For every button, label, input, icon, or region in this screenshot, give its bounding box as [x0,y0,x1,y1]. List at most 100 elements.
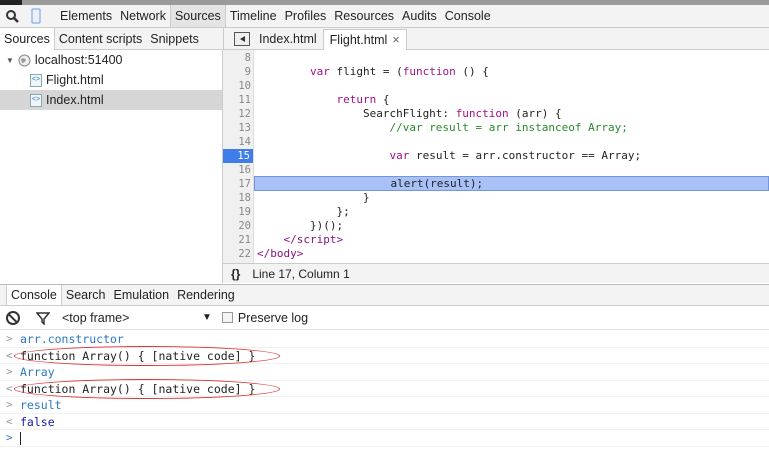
code-line: 13 //var result = arr instanceof Array; [223,121,769,135]
code-token: var [309,65,330,78]
html-file-icon: <> [30,93,42,107]
input-prompt-icon: > [6,398,13,411]
globe-icon [18,54,31,66]
line-number[interactable]: 17 [223,177,251,191]
tab-profiles[interactable]: Profiles [281,5,331,27]
code-line: 11 return { [223,93,769,107]
code-token: function [402,65,456,78]
tab-sources[interactable]: Sources [169,5,226,27]
console-input-entry: > Array [0,364,769,381]
line-number[interactable]: 14 [223,135,251,149]
console-prompt-input[interactable]: > [0,430,769,447]
code-text: var flight = (function () { [257,65,489,79]
line-number[interactable]: 8 [223,51,251,65]
code-text: })(); [257,219,343,233]
code-text: } [257,191,370,205]
clear-console-icon[interactable] [6,310,20,325]
line-number[interactable]: 20 [223,219,251,233]
console-output: > arr.constructor < function Array() { [nat… [0,331,769,447]
drawer-tabs: Console Search Emulation Rendering [0,284,769,306]
pretty-print-button[interactable]: {} [231,267,240,281]
input-prompt-icon: > [6,332,13,345]
drawer-tab-search[interactable]: Search [62,285,110,305]
code-text: //var result = arr instanceof Array; [257,121,628,135]
console-text: false [20,414,55,429]
code-line: 17 alert(result); [223,176,769,191]
console-text: result [20,398,62,412]
code-line: 18 } [223,191,769,205]
expand-triangle-icon[interactable]: ▼ [6,56,14,65]
code-editor[interactable]: 89 var flight = (function () {10 11 retur… [223,50,769,263]
tree-file-index[interactable]: <> Index.html [0,90,222,110]
navigator-tabs: Sources Content scripts Snippets [0,28,223,50]
code-text: </script> [257,233,344,247]
input-prompt-icon: > [6,365,13,378]
annotation-circle [14,378,280,399]
code-token: })(); [257,219,344,232]
code-token: return [336,93,377,106]
main-tabs: Elements Network Sources Timeline Profiles Re… [56,5,495,27]
tab-resources[interactable]: Resources [330,5,398,27]
line-number[interactable]: 10 [223,79,251,93]
tab-timeline[interactable]: Timeline [226,5,281,27]
code-token: alert(result); [258,177,484,190]
code-line: 16 [223,163,769,177]
console-input-entry: > arr.constructor [0,331,769,348]
navigator-tab-snippets[interactable]: Snippets [146,28,203,50]
editor-tabs: Index.html Flight.html × [223,28,407,50]
code-token: result = arr.constructor == Array; [409,149,642,162]
breakpoint-marker[interactable]: 15 [223,149,253,163]
code-line: 9 var flight = (function () { [223,65,769,79]
navigator-tab-content-scripts[interactable]: Content scripts [55,28,146,50]
frame-select[interactable]: <top frame> [62,311,202,325]
line-number[interactable]: 18 [223,191,251,205]
line-number[interactable]: 12 [223,107,251,121]
navigator-tab-sources[interactable]: Sources [0,28,55,50]
code-text: alert(result); [254,176,769,191]
drawer-tab-rendering[interactable]: Rendering [173,285,239,305]
code-line: 10 [223,79,769,93]
annotation-circle [14,345,280,366]
file-label: Flight.html [46,73,104,87]
search-icon[interactable] [0,5,24,27]
tree-file-flight[interactable]: <> Flight.html [0,70,222,90]
result-arrow-icon: < [6,348,13,362]
device-mode-icon[interactable] [24,5,48,27]
tab-console[interactable]: Console [441,5,495,27]
line-number[interactable]: 22 [223,247,251,261]
text-caret [20,432,21,445]
tab-elements[interactable]: Elements [56,5,116,27]
code-token: </script> [283,233,344,246]
line-number[interactable]: 16 [223,163,251,177]
code-line: 12 SearchFlight: function (arr) { [223,107,769,121]
editor-tab-flight[interactable]: Flight.html × [322,29,407,51]
code-line: 15 var result = arr.constructor == Array… [223,149,769,163]
code-line: 8 [223,51,769,65]
preserve-log-checkbox[interactable] [221,312,233,323]
drawer-tab-console[interactable]: Console [6,285,62,305]
line-number[interactable]: 21 [223,233,251,247]
console-result-entry: < function Array() { [native code] } [0,378,769,399]
drawer-tab-emulation[interactable]: Emulation [109,285,173,305]
toggle-navigator-icon[interactable] [234,32,250,46]
line-number[interactable]: 9 [223,65,251,79]
code-text: SearchFlight: function (arr) { [257,107,562,121]
code-line: 14 [223,135,769,149]
tab-network[interactable]: Network [116,5,170,27]
code-token: } [257,191,370,204]
cursor-position: Line 17, Column 1 [252,266,350,281]
code-token: SearchFlight: [257,107,456,120]
chevron-down-icon[interactable]: ▼ [202,312,212,323]
editor-tab-index[interactable]: Index.html [224,28,323,50]
close-icon[interactable]: × [392,29,399,51]
line-number[interactable]: 19 [223,205,251,219]
filter-icon[interactable] [36,311,50,325]
line-number[interactable]: 13 [223,121,251,135]
tab-audits[interactable]: Audits [398,5,441,27]
code-token: //var result = arr instanceof Array; [389,121,628,134]
code-text: }; [257,205,349,219]
tree-host[interactable]: ▼ localhost:51400 [0,50,222,70]
line-number[interactable]: 11 [223,93,251,107]
